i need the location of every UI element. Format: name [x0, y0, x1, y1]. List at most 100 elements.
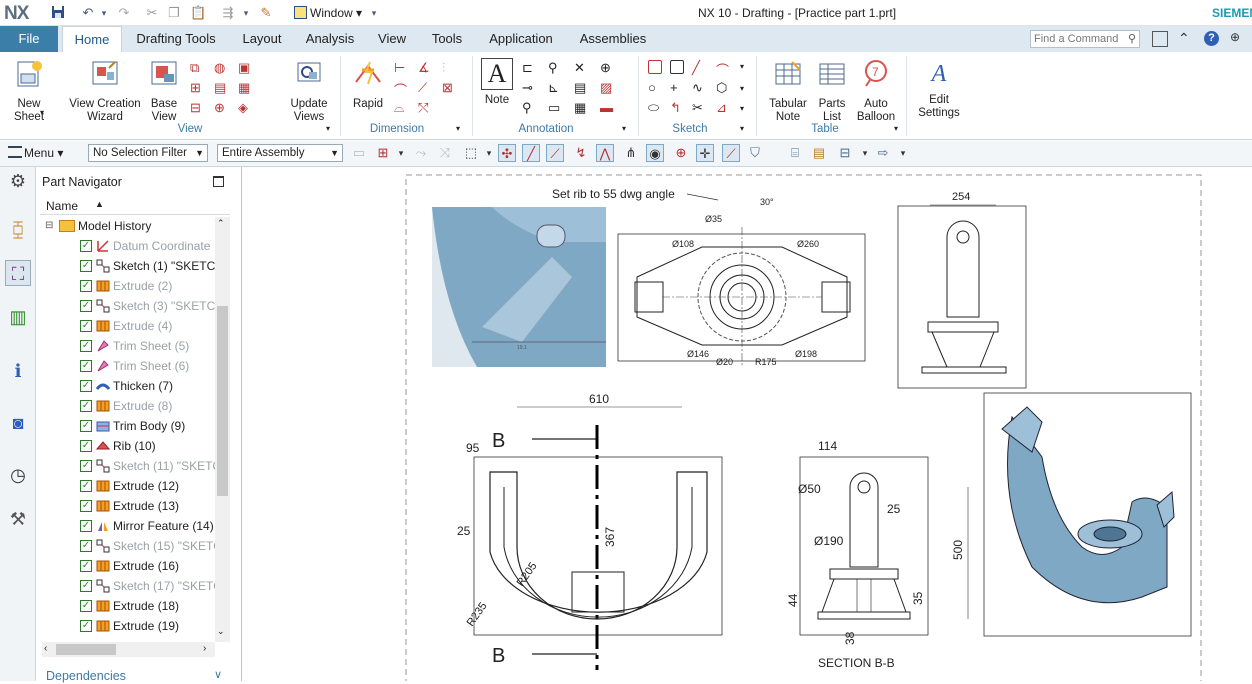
studio-spline-icon[interactable]: ∿	[692, 80, 703, 96]
tree-item[interactable]: ✓ Sketch (3) "SKETCH	[40, 296, 215, 316]
history-icon[interactable]: ◷	[5, 462, 31, 488]
collapse-icon[interactable]: ⊟	[45, 216, 53, 236]
visibility-checkbox[interactable]: ✓	[80, 320, 92, 332]
extend-icon[interactable]: ⊿	[716, 100, 727, 116]
snap-dropdown-icon[interactable]: ▾	[392, 144, 410, 162]
centerline-icon[interactable]: ⊕	[600, 60, 611, 76]
select-feature-icon[interactable]: ⤳	[412, 144, 430, 162]
visibility-checkbox[interactable]: ✓	[80, 520, 92, 532]
tree-item[interactable]: ✓ Extrude (19)	[40, 616, 215, 636]
find-command-input[interactable]: Find a Command ⚲	[1030, 30, 1140, 48]
ribbon-options-icon[interactable]	[1152, 31, 1168, 47]
tab-file[interactable]: File	[0, 26, 58, 52]
tree-item[interactable]: ✓ Datum Coordinate	[40, 236, 215, 256]
tree-item[interactable]: ✓ Extrude (4)	[40, 316, 215, 336]
table-group-more-icon[interactable]: ▾	[894, 124, 898, 133]
scroll-right-icon[interactable]: ›	[203, 643, 206, 654]
arc-length-dimension-icon[interactable]: ⌓	[394, 100, 404, 116]
intersection-point-icon[interactable]: ⋀	[596, 144, 614, 162]
visibility-checkbox[interactable]: ✓	[80, 600, 92, 612]
visibility-checkbox[interactable]: ✓	[80, 460, 92, 472]
fillet-icon[interactable]: ↰	[670, 100, 681, 116]
table-annotation-icon[interactable]: ▦	[574, 100, 586, 116]
tree-item[interactable]: ✓ Extrude (18)	[40, 596, 215, 616]
tree-item[interactable]: ✓ Extrude (12)	[40, 476, 215, 496]
quadrant-point-icon[interactable]: ⊕	[672, 144, 690, 162]
bounded-grid-icon[interactable]: ⛉	[746, 144, 764, 162]
visibility-checkbox[interactable]: ✓	[80, 360, 92, 372]
paste-icon[interactable]: 📋	[190, 5, 206, 21]
weld-symbol-icon[interactable]: ⊸	[522, 80, 533, 96]
tree-item[interactable]: ✓ Trim Sheet (5)	[40, 336, 215, 356]
copy-icon[interactable]: ❐	[166, 5, 182, 21]
visibility-checkbox[interactable]: ✓	[80, 440, 92, 452]
repeat-dropdown-icon[interactable]: ▾	[238, 5, 254, 21]
command-finder-icon[interactable]: ⊕	[1230, 30, 1240, 44]
search-annotation-icon[interactable]: ⚲	[522, 100, 532, 116]
window-menu[interactable]: Window ▾	[290, 4, 366, 22]
tree-item[interactable]: ✓ Sketch (11) "SKETC	[40, 456, 215, 476]
tab-layout[interactable]: Layout	[236, 26, 288, 52]
part-navigator-icon[interactable]: ⛶	[5, 260, 31, 286]
hd3d-tools-icon[interactable]: ℹ	[5, 358, 31, 384]
rectangle-select-icon[interactable]: ⬚	[462, 144, 480, 162]
expand-dependencies-icon[interactable]: ∨	[214, 668, 222, 681]
visibility-checkbox[interactable]: ✓	[80, 400, 92, 412]
roles-icon[interactable]: ⚒	[5, 506, 31, 532]
visibility-checkbox[interactable]: ✓	[80, 560, 92, 572]
tab-assemblies[interactable]: Assemblies	[572, 26, 654, 52]
web-browser-icon[interactable]: ◙	[5, 410, 31, 436]
reuse-library-icon[interactable]: ▥	[5, 304, 31, 330]
profile-icon[interactable]	[648, 60, 662, 77]
target-point-icon[interactable]: ▤	[574, 80, 586, 96]
tab-home[interactable]: Home	[62, 26, 122, 52]
symbol-icon[interactable]: ✕	[574, 60, 585, 76]
tab-application[interactable]: Application	[482, 26, 560, 52]
tree-item[interactable]: ✓ Trim Body (9)	[40, 416, 215, 436]
visibility-checkbox[interactable]: ✓	[80, 240, 92, 252]
visibility-checkbox[interactable]: ✓	[80, 260, 92, 272]
datum-feature-icon[interactable]: ⚲	[548, 60, 558, 76]
tree-item[interactable]: ✓ Sketch (15) "SKETC	[40, 536, 215, 556]
scroll-up-icon[interactable]: ⌃	[217, 218, 225, 229]
area-fill-icon[interactable]: ▬	[600, 100, 613, 115]
tree-item[interactable]: ✓ Sketch (17) "SKETC	[40, 576, 215, 596]
touch-mode-icon[interactable]: ✎	[258, 5, 274, 21]
half-section-icon[interactable]: ⊟	[190, 100, 201, 116]
new-sheet-dropdown-icon[interactable]: ▾	[40, 108, 44, 117]
vertical-scroll-thumb[interactable]	[217, 306, 228, 496]
ordinate-dimension-icon[interactable]: ⫶	[442, 60, 445, 76]
visibility-checkbox[interactable]: ✓	[80, 280, 92, 292]
rapid-dimension-button[interactable]: Rapid	[350, 58, 386, 111]
note-button[interactable]: A Note	[480, 58, 514, 107]
visibility-checkbox[interactable]: ✓	[80, 580, 92, 592]
detail-view-icon[interactable]: ◍	[214, 60, 225, 76]
standard-view-icon[interactable]: ▦	[238, 80, 250, 96]
view-style-icon[interactable]: ◈	[238, 100, 248, 116]
control-point-icon[interactable]: ↯	[572, 144, 590, 162]
sketch-dropdown-2-icon[interactable]: ▾	[740, 84, 744, 93]
repeat-command-icon[interactable]: ⇶	[220, 5, 236, 21]
feature-control-frame-icon[interactable]: ⊏	[522, 60, 533, 76]
snap-point-icon[interactable]: ⊞	[374, 144, 392, 162]
auto-balloon-button[interactable]: 7 Auto Balloon	[854, 58, 898, 124]
undo-dropdown-icon[interactable]: ▾	[96, 5, 112, 21]
revolved-section-icon[interactable]: ⊕	[214, 100, 225, 116]
tree-root-model-history[interactable]: ⊟ Model History	[40, 216, 215, 236]
dimension-group-more-icon[interactable]: ▾	[456, 124, 460, 133]
hatch-icon[interactable]: ▨	[600, 80, 612, 96]
horizontal-scroll-thumb[interactable]	[56, 644, 116, 655]
tree-item[interactable]: ✓ Rib (10)	[40, 436, 215, 456]
surface-finish-icon[interactable]: ⊾	[548, 80, 559, 96]
ellipse-icon[interactable]: ⬭	[648, 100, 659, 116]
image-icon[interactable]: ▭	[548, 100, 560, 116]
assembly-scope-dropdown[interactable]: Entire Assembly ▼	[217, 144, 343, 162]
tree-item[interactable]: ✓ Extrude (8)	[40, 396, 215, 416]
update-views-button[interactable]: Update Views	[286, 58, 332, 124]
deselect-all-icon[interactable]: ▭	[350, 144, 368, 162]
end-point-icon[interactable]: ╱	[522, 144, 540, 162]
sketch-dropdown-1-icon[interactable]: ▾	[740, 62, 744, 71]
polygon-icon[interactable]: ⬡	[716, 80, 727, 96]
mid-point-icon[interactable]: ⟋	[546, 144, 564, 162]
redo-icon[interactable]: ↷	[116, 5, 132, 21]
